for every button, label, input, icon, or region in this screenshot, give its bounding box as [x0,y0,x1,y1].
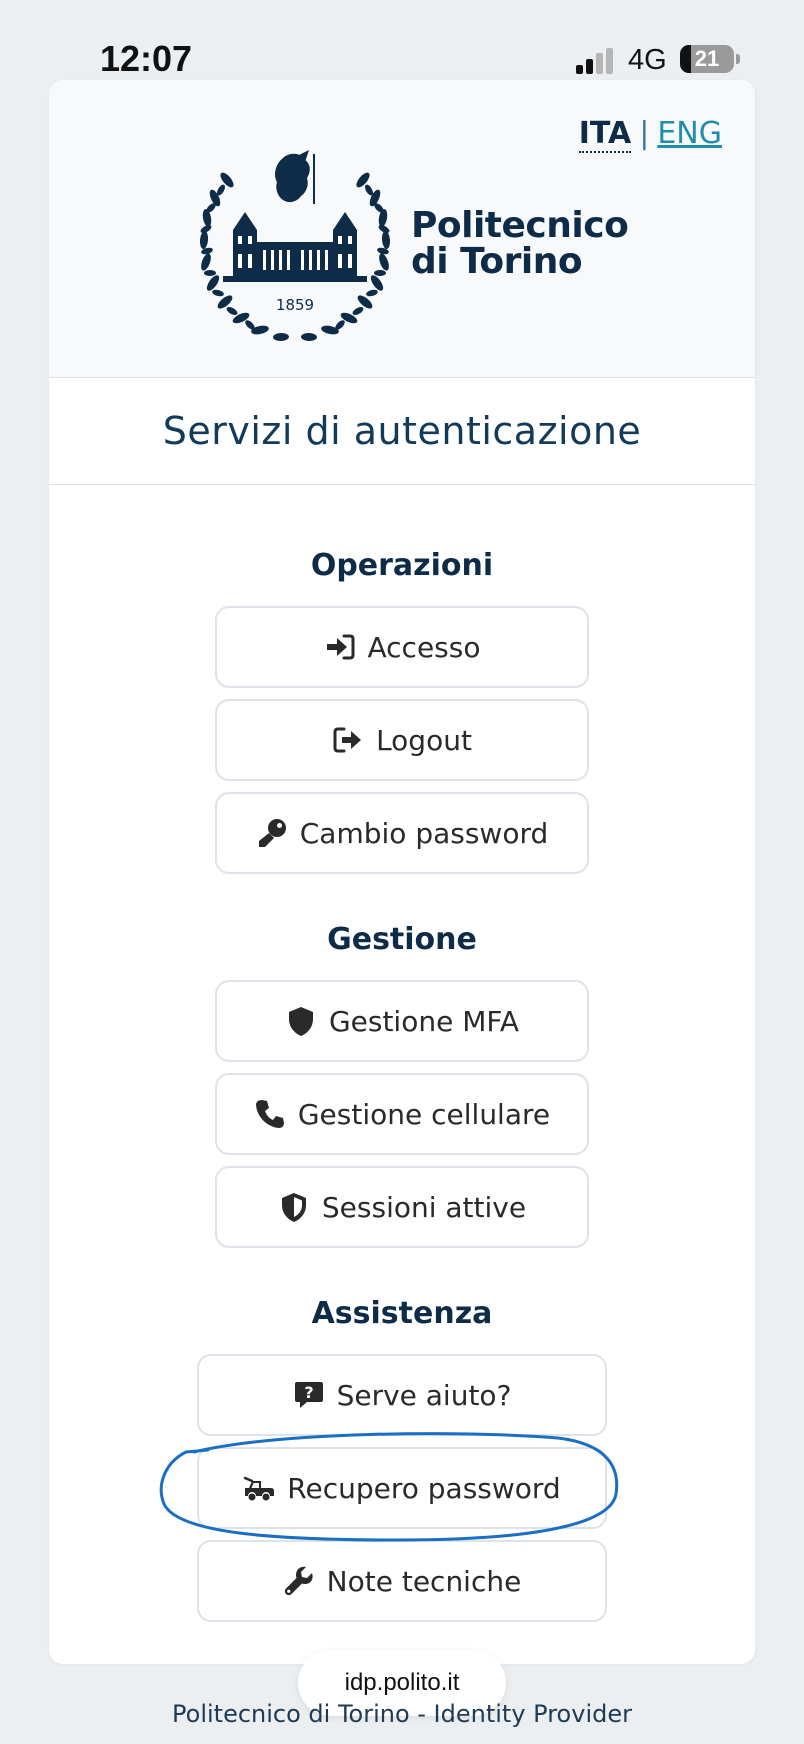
note-tecniche-button[interactable]: Note tecniche [197,1540,607,1622]
logo-line2: di Torino [411,241,583,282]
network-type: 4G [628,44,667,76]
section-title-assistenza: Assistenza [311,1296,493,1331]
url-text: idp.polito.it [344,1669,460,1696]
recupero-password-label: Recupero password [287,1471,561,1505]
language-switcher: ITA | ENG [578,116,722,153]
gestione-mfa-button[interactable]: Gestione MFA [215,980,589,1062]
cambio-password-label: Cambio password [299,816,549,850]
shield-icon [285,1005,317,1037]
gestione-mfa-label: Gestione MFA [328,1004,520,1038]
lang-ita-link[interactable]: ITA [578,116,632,153]
wrench-icon [283,1565,315,1597]
logo-line1: Politecnico [411,205,629,246]
battery-level: 21 [694,46,720,71]
polito-seal-logo: 1859 [199,150,391,342]
note-tecniche-label: Note tecniche [326,1564,522,1598]
shield-halved-icon [278,1191,310,1223]
title-band: Servizi di autenticazione [49,378,755,485]
logo-year: 1859 [276,296,314,314]
signal-strength-icon [576,48,613,74]
cambio-password-button[interactable]: Cambio password [215,792,589,874]
truck-pickup-icon [243,1472,275,1504]
question-bubble-icon: ? [293,1379,325,1411]
section-title-operazioni: Operazioni [310,548,494,583]
battery-cap [736,54,740,64]
lang-eng-link[interactable]: ENG [657,116,722,151]
sign-in-icon [324,631,356,663]
gestione-cellulare-label: Gestione cellulare [297,1097,551,1131]
key-icon [256,817,288,849]
serve-aiuto-button[interactable]: ? Serve aiuto? [197,1354,607,1436]
logo-wordmark: Politecnico di Torino [411,205,629,282]
auth-card: ITA | ENG 1859 Politecnico di Torino Ser… [49,80,755,1664]
sessioni-attive-label: Sessioni attive [321,1190,527,1224]
page-title: Servizi di autenticazione [162,409,642,453]
status-time: 12:07 [100,38,193,79]
accesso-button[interactable]: Accesso [215,606,589,688]
sessioni-attive-button[interactable]: Sessioni attive [215,1166,589,1248]
card-header: ITA | ENG 1859 Politecnico di Torino [49,80,755,378]
logout-button[interactable]: Logout [215,699,589,781]
recupero-password-button[interactable]: Recupero password [197,1447,607,1529]
section-title-gestione: Gestione [327,922,477,957]
gestione-cellulare-button[interactable]: Gestione cellulare [215,1073,589,1155]
lang-separator: | [639,116,650,151]
accesso-label: Accesso [367,630,481,664]
phone-icon [254,1098,286,1130]
battery-icon: 21 [680,45,734,73]
svg-text:?: ? [304,1383,313,1402]
logout-label: Logout [376,723,472,757]
serve-aiuto-label: Serve aiuto? [336,1378,512,1412]
sign-out-icon [332,724,364,756]
page-footer: Politecnico di Torino - Identity Provide… [172,1700,632,1728]
